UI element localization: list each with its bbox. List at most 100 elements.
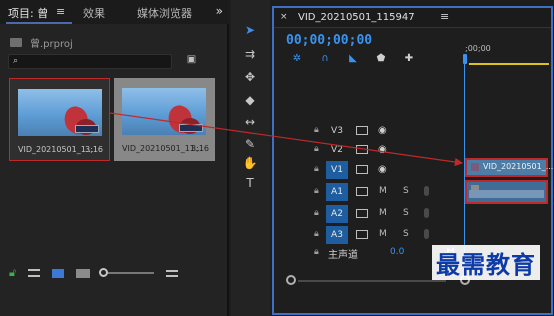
lock-icon[interactable]: 🔒︎ bbox=[314, 164, 319, 174]
audio-waveform bbox=[469, 190, 544, 198]
slip-tool-icon[interactable]: ↔ bbox=[241, 114, 259, 130]
track-label[interactable]: A1 bbox=[326, 183, 348, 201]
microphone-icon[interactable] bbox=[424, 208, 429, 218]
mute-button[interactable]: M bbox=[379, 208, 387, 218]
track-select-tool-icon[interactable]: ⇉ bbox=[241, 46, 259, 62]
pen-tool-icon[interactable]: ✎ bbox=[241, 136, 259, 152]
track-v2: 🔒︎ V2 ◉ bbox=[274, 141, 461, 159]
sync-lock-icon[interactable] bbox=[356, 230, 368, 239]
timeline-zoom-scrollbar[interactable] bbox=[286, 275, 446, 287]
sync-lock-icon[interactable] bbox=[356, 187, 368, 196]
mute-button[interactable]: M bbox=[379, 229, 387, 239]
lock-icon[interactable]: 🔒︎ bbox=[314, 125, 319, 135]
master-track-label: 主声道 bbox=[328, 250, 358, 261]
solo-button[interactable]: S bbox=[403, 229, 409, 239]
video-clip[interactable]: VID_20210501_... bbox=[465, 158, 553, 177]
time-ruler[interactable]: ;00;00 bbox=[461, 42, 551, 65]
eye-icon[interactable]: ◉ bbox=[378, 125, 387, 136]
clip-preview-image bbox=[122, 88, 206, 135]
clip-thumbnail-selected[interactable]: VID_20210501_1... 3;16 bbox=[9, 78, 110, 161]
tab-media-browser[interactable]: 媒体浏览器 bbox=[137, 5, 192, 21]
solo-button[interactable]: S bbox=[403, 208, 409, 218]
sequence-title[interactable]: VID_20210501_115947 bbox=[298, 12, 415, 23]
clip-preview-image bbox=[18, 89, 102, 136]
clip-thumbnail[interactable]: VID_20210501_11... 3;16 bbox=[114, 78, 215, 161]
menu-icon[interactable]: ≡ bbox=[440, 10, 449, 23]
project-file-row: 曾.prproj bbox=[10, 35, 73, 50]
more-panels-icon[interactable]: » bbox=[216, 4, 223, 18]
clip-media-badge-icon bbox=[75, 125, 99, 133]
freeform-view-icon[interactable] bbox=[76, 268, 91, 278]
clip-duration: 3;16 bbox=[85, 145, 103, 154]
clip-name: VID_20210501_1... bbox=[18, 145, 94, 154]
eye-icon[interactable]: ◉ bbox=[378, 144, 387, 155]
nest-icon[interactable]: ✲ bbox=[290, 53, 304, 64]
sync-lock-icon[interactable] bbox=[356, 165, 368, 174]
track-v1: 🔒︎ V1 ◉ bbox=[274, 161, 461, 179]
track-v3: 🔒︎ V3 ◉ bbox=[274, 122, 461, 140]
track-label[interactable]: V3 bbox=[326, 122, 348, 140]
sync-lock-icon[interactable] bbox=[356, 209, 368, 218]
microphone-icon[interactable] bbox=[424, 186, 429, 196]
project-panel: 项目: 曾 ≡ 效果 媒体浏览器 » 曾.prproj ⌕ ▣ VID_2021… bbox=[0, 0, 229, 316]
razor-tool-icon[interactable]: ◆ bbox=[241, 92, 259, 108]
scrollbar-handle-left[interactable] bbox=[286, 275, 296, 285]
wrench-icon[interactable]: ✚ bbox=[402, 53, 416, 64]
ripple-edit-tool-icon[interactable]: ✥ bbox=[241, 69, 259, 85]
active-tab-underline bbox=[6, 22, 72, 24]
sync-lock-icon[interactable] bbox=[356, 145, 368, 154]
icon-view-icon[interactable] bbox=[52, 268, 65, 278]
project-search-input[interactable]: ⌕ bbox=[8, 54, 172, 69]
lock-icon[interactable]: 🔒︎ bbox=[314, 229, 319, 239]
microphone-icon[interactable] bbox=[424, 229, 429, 239]
ruler-timecode: ;00;00 bbox=[465, 44, 491, 53]
scrollbar-track[interactable] bbox=[298, 280, 446, 282]
type-tool-icon[interactable]: T bbox=[241, 175, 259, 191]
eye-icon[interactable]: ◉ bbox=[378, 164, 387, 175]
mute-button[interactable]: M bbox=[379, 186, 387, 196]
lock-icon[interactable]: 🔒︎ bbox=[314, 247, 319, 257]
clip-duration: 3;16 bbox=[191, 144, 209, 153]
marker-icon[interactable]: ⬟ bbox=[374, 53, 388, 64]
timeline-toolbar: ✲ ∩ ◣ ⬟ ✚ bbox=[290, 53, 416, 64]
track-label[interactable]: A2 bbox=[326, 205, 348, 223]
work-area-bar[interactable] bbox=[469, 63, 549, 65]
track-label[interactable]: V1 bbox=[326, 161, 348, 179]
timeline-header: × VID_20210501_115947 ≡ bbox=[274, 8, 551, 28]
track-a2: 🔒︎ A2 M S bbox=[274, 205, 461, 223]
lock-icon[interactable]: 🔓︎ bbox=[9, 266, 16, 280]
clip-media-badge-icon bbox=[179, 124, 203, 132]
watermark-logo: 最需教育 bbox=[432, 245, 540, 280]
lock-icon[interactable]: 🔒︎ bbox=[314, 144, 319, 154]
folder-icon bbox=[10, 37, 22, 47]
list-view-icon[interactable] bbox=[28, 269, 41, 277]
track-label[interactable]: A3 bbox=[326, 226, 348, 244]
sync-lock-icon[interactable] bbox=[356, 126, 368, 135]
project-footer: 🔓︎ bbox=[0, 262, 229, 284]
lock-icon[interactable]: 🔒︎ bbox=[314, 208, 319, 218]
fx-badge-icon bbox=[471, 163, 479, 171]
lock-icon[interactable]: 🔒︎ bbox=[314, 186, 319, 196]
sort-icon[interactable] bbox=[166, 269, 179, 277]
track-a3: 🔒︎ A3 M S bbox=[274, 226, 461, 244]
project-file-name: 曾.prproj bbox=[30, 38, 73, 50]
search-icon: ⌕ bbox=[13, 56, 19, 66]
zoom-slider[interactable] bbox=[99, 268, 155, 277]
track-label[interactable]: V2 bbox=[326, 141, 348, 159]
zoom-slider-handle[interactable] bbox=[99, 268, 109, 277]
playhead-timecode[interactable]: 00;00;00;00 bbox=[286, 33, 372, 48]
selection-tool-icon[interactable]: ➤ bbox=[241, 22, 259, 38]
project-tabs: 项目: 曾 ≡ 效果 媒体浏览器 » bbox=[0, 0, 229, 24]
tab-effects[interactable]: 效果 bbox=[83, 5, 105, 21]
tools-panel: ➤ ⇉ ✥ ◆ ↔ ✎ ✋ T bbox=[231, 0, 270, 316]
tab-menu-icon[interactable]: ≡ bbox=[56, 5, 65, 18]
audio-clip[interactable] bbox=[465, 180, 548, 204]
close-icon[interactable]: × bbox=[280, 12, 288, 22]
linked-selection-icon[interactable]: ◣ bbox=[346, 53, 360, 64]
master-volume-value[interactable]: 0.0 bbox=[390, 247, 404, 257]
hand-tool-icon[interactable]: ✋ bbox=[241, 155, 259, 171]
solo-button[interactable]: S bbox=[403, 186, 409, 196]
find-icon[interactable]: ▣ bbox=[184, 54, 199, 67]
snap-magnet-icon[interactable]: ∩ bbox=[318, 53, 332, 64]
tab-project[interactable]: 项目: 曾 bbox=[8, 5, 48, 21]
